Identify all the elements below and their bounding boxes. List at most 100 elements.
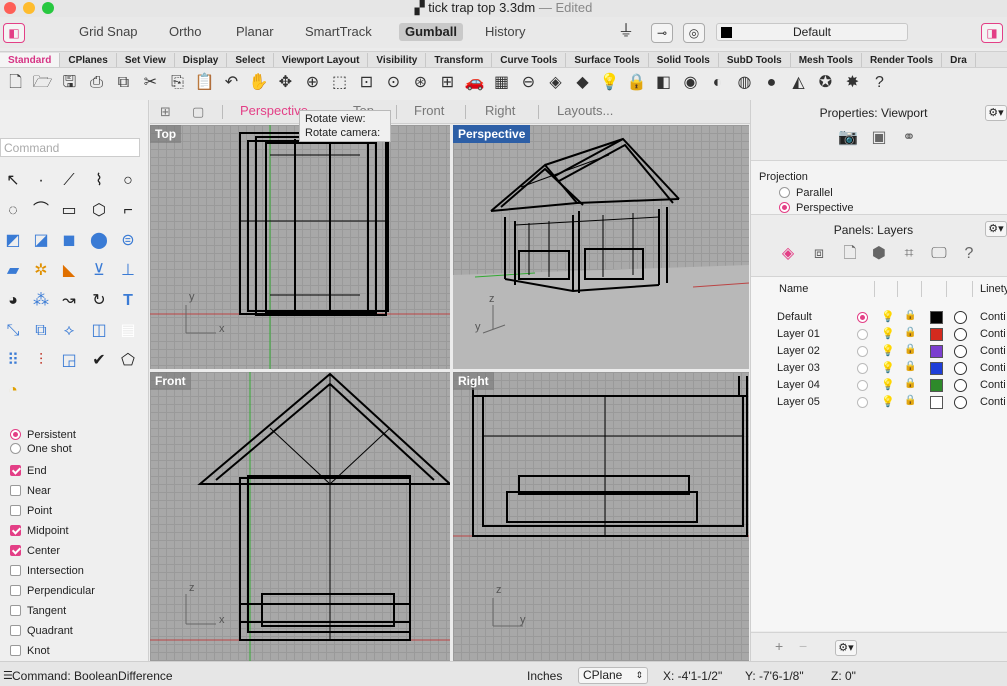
curvature-icon[interactable]: ◲ xyxy=(56,348,82,374)
viewport-front[interactable]: Front z x xyxy=(150,372,450,661)
material-icon[interactable]: ◐ xyxy=(704,69,731,97)
linetype-label[interactable]: Conti xyxy=(980,396,1006,408)
tab-front[interactable]: Front xyxy=(414,103,444,119)
dimension-icon[interactable]: ⟡ xyxy=(56,318,82,344)
extrude-icon[interactable]: ◪ xyxy=(28,228,54,254)
linetype-label[interactable]: Conti xyxy=(980,328,1006,340)
properties-gear-icon[interactable]: ⚙▾ xyxy=(985,105,1007,121)
tab-solid-tools[interactable]: Solid Tools xyxy=(649,53,719,67)
grid-options-icon[interactable]: ▦ xyxy=(488,69,515,97)
zoom-dynamic-icon[interactable]: ⊛ xyxy=(407,69,434,97)
plugin-icon[interactable]: ✪ xyxy=(812,69,839,97)
circle-icon[interactable]: ○ xyxy=(115,168,141,194)
ortho-toggle[interactable]: Ortho xyxy=(169,23,202,41)
mesh-icon[interactable]: ▰ xyxy=(0,258,26,284)
new-file-icon[interactable]: 🗋 xyxy=(2,69,29,97)
linetype-label[interactable]: Conti xyxy=(980,345,1006,357)
page-icon[interactable]: 🗋 xyxy=(839,243,861,265)
tab-drafting[interactable]: Dra xyxy=(942,53,976,67)
osnap-center-checkbox[interactable]: Center xyxy=(10,544,60,562)
trim-icon[interactable]: ⊻ xyxy=(86,258,112,284)
one-shot-radio[interactable]: One shot xyxy=(10,442,72,460)
color-wheel-icon[interactable]: ◉ xyxy=(677,69,704,97)
grid-snap-toggle[interactable]: Grid Snap xyxy=(79,23,138,41)
four-view-icon[interactable]: ⊞ xyxy=(160,104,171,120)
block-icon[interactable]: ◫ xyxy=(86,318,112,344)
layer-row[interactable]: Layer 01 💡 🔒 Conti xyxy=(751,326,1007,343)
sidebar-toggle-icon[interactable]: ◧ xyxy=(3,23,25,43)
lock-icon[interactable]: 🔒 xyxy=(904,327,916,338)
filter-icon[interactable]: ⏚ xyxy=(615,23,637,43)
rotate-view-icon[interactable]: ✥ xyxy=(272,69,299,97)
parallel-radio[interactable]: Parallel xyxy=(779,187,833,199)
sphere-icon[interactable]: ⬤ xyxy=(86,228,112,254)
layer-color-swatch[interactable] xyxy=(930,362,943,375)
analyze-icon[interactable]: ⫶ xyxy=(28,348,54,374)
shade-icon[interactable]: ◈ xyxy=(542,69,569,97)
display-icon[interactable]: 🖵 xyxy=(928,243,950,265)
target-icon[interactable]: ◎ xyxy=(683,23,705,43)
current-layer-indicator[interactable] xyxy=(857,312,868,323)
name-column-header[interactable]: Name xyxy=(779,283,808,295)
tab-display[interactable]: Display xyxy=(175,53,228,67)
zoom-extents-icon[interactable]: ⊡ xyxy=(353,69,380,97)
viewport-title[interactable]: Perspective xyxy=(453,125,531,143)
group-icon[interactable]: ⧉ xyxy=(28,318,54,344)
environment-icon[interactable]: ◍ xyxy=(731,69,758,97)
lock-icon[interactable]: 🔒 xyxy=(904,361,916,372)
camera-icon[interactable]: 📷 xyxy=(837,127,859,149)
lightbulb-icon[interactable]: 💡 xyxy=(881,361,895,374)
explode-icon[interactable]: ◣ xyxy=(56,258,82,284)
copy-icon[interactable]: ⎘ xyxy=(164,69,191,97)
rectangle-icon[interactable]: ▭ xyxy=(56,198,82,224)
rotate-icon[interactable]: ↻ xyxy=(86,288,112,314)
help-panel-icon[interactable]: ? xyxy=(958,243,980,265)
osnap-quadrant-checkbox[interactable]: Quadrant xyxy=(10,624,73,642)
right-panel-toggle-icon[interactable]: ◨ xyxy=(981,23,1003,43)
linetype-label[interactable]: Conti xyxy=(980,379,1006,391)
polyline-icon[interactable]: ⟋ xyxy=(56,168,82,194)
osnap-midpoint-checkbox[interactable]: Midpoint xyxy=(10,524,69,542)
cplane-select[interactable]: CPlane ⇕ xyxy=(578,667,648,684)
lightbulb-icon[interactable]: 💡 xyxy=(881,378,895,391)
layer-row[interactable]: Default 💡 🔒 Conti xyxy=(751,309,1007,326)
gumball-toggle[interactable]: Gumball xyxy=(399,23,464,41)
grid-array-icon[interactable]: ⠿ xyxy=(0,348,26,374)
tab-cplanes[interactable]: CPlanes xyxy=(60,53,117,67)
tab-render-tools[interactable]: Render Tools xyxy=(862,53,943,67)
osnap-tangent-checkbox[interactable]: Tangent xyxy=(10,604,66,622)
osnap-icon[interactable]: ⊸ xyxy=(651,23,673,43)
material-icon[interactable] xyxy=(954,328,967,341)
cut-icon[interactable]: ✂ xyxy=(137,69,164,97)
tab-set-view[interactable]: Set View xyxy=(117,53,175,67)
viewport-frame-icon[interactable]: ▣ xyxy=(868,127,890,149)
render-preview-icon[interactable]: ◆ xyxy=(569,69,596,97)
car-icon[interactable]: 🚗 xyxy=(461,69,488,97)
layers-gear-icon[interactable]: ⚙▾ xyxy=(985,221,1007,237)
point-icon[interactable]: · xyxy=(28,168,54,194)
zoom-icon[interactable]: ⊕ xyxy=(299,69,326,97)
layer-states-icon[interactable]: ⧈ xyxy=(808,243,830,265)
tab-subd-tools[interactable]: SubD Tools xyxy=(719,53,791,67)
tab-layouts[interactable]: Layouts... xyxy=(557,103,613,119)
linetype-column-header[interactable]: Linety xyxy=(980,283,1007,295)
lightbulb-icon[interactable]: 💡 xyxy=(881,327,895,340)
cube-icon[interactable]: ⬢ xyxy=(868,243,890,265)
history-toggle[interactable]: History xyxy=(485,23,525,41)
lightbulb-icon[interactable]: 💡 xyxy=(596,69,623,97)
render-sphere-icon[interactable]: ● xyxy=(758,69,785,97)
cylinder-icon[interactable]: ⊜ xyxy=(115,228,141,254)
open-folder-icon[interactable]: 🗁 xyxy=(29,69,56,97)
smarttrack-toggle[interactable]: SmartTrack xyxy=(305,23,372,41)
lightbulb-icon[interactable]: 💡 xyxy=(881,395,895,408)
planar-toggle[interactable]: Planar xyxy=(236,23,274,41)
osnap-knot-checkbox[interactable]: Knot xyxy=(10,644,50,662)
light-icon[interactable]: ◭ xyxy=(785,69,812,97)
cube-outline-icon[interactable]: ⬠ xyxy=(115,348,141,374)
tab-visibility[interactable]: Visibility xyxy=(368,53,427,67)
osnap-near-checkbox[interactable]: Near xyxy=(10,484,51,502)
lock-icon[interactable]: 🔒 xyxy=(904,344,916,355)
material-icon[interactable] xyxy=(954,379,967,392)
layer-row[interactable]: Layer 04 💡 🔒 Conti xyxy=(751,377,1007,394)
layer-name[interactable]: Default xyxy=(777,311,812,323)
